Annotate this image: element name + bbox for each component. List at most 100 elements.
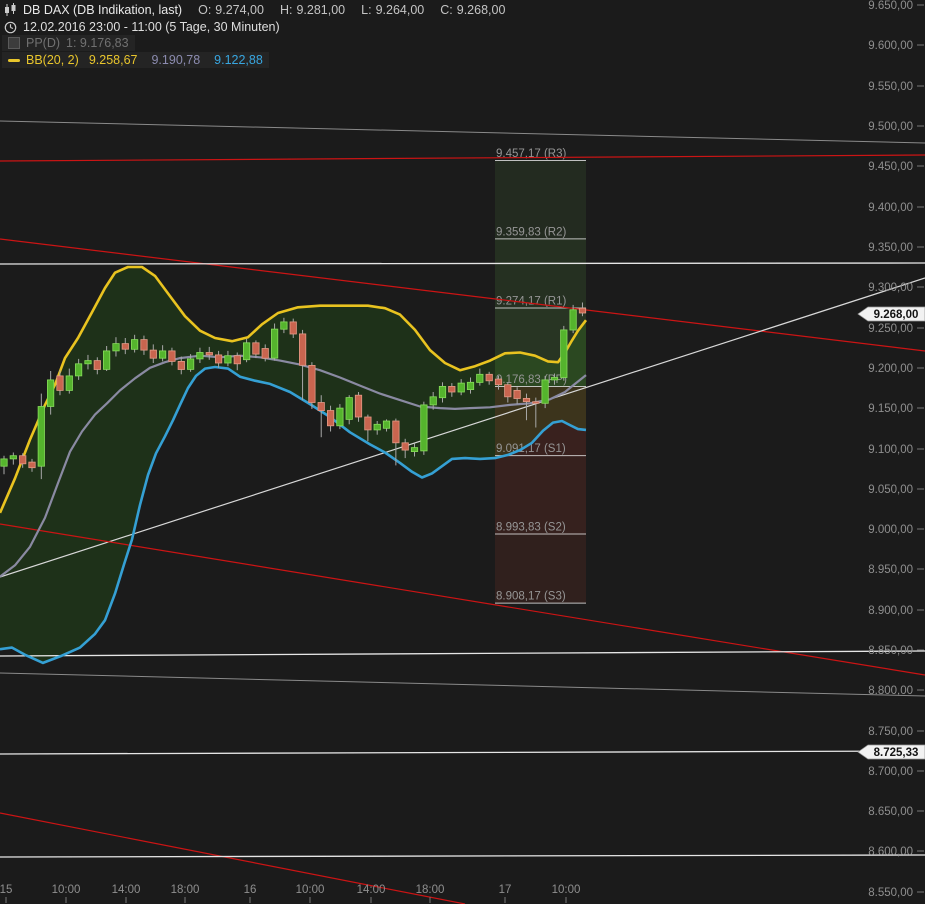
candle-down — [365, 417, 371, 430]
candle-up — [47, 380, 53, 407]
instrument-row[interactable]: DB DAX (DB Indikation, last) O:9.274,00 … — [4, 2, 515, 18]
period-text: 12.02.2016 23:00 - 11:00 (5 Tage, 30 Min… — [23, 20, 280, 34]
price-axis-label: 9.150,00 — [868, 403, 913, 415]
candle-down — [94, 361, 100, 370]
candle-down — [533, 402, 539, 404]
candle-down — [579, 308, 585, 313]
candle-up — [113, 344, 119, 351]
price-axis-label: 8.600,00 — [868, 846, 913, 858]
pp-indicator-name: PP(D) — [26, 36, 60, 50]
candle-down — [523, 398, 529, 401]
bb-indicator-name: BB(20, 2) — [26, 53, 79, 67]
candle-up — [430, 397, 436, 405]
close-label: C: — [440, 3, 453, 17]
candle-up — [374, 424, 380, 430]
time-axis-label: 10:00 — [296, 884, 325, 896]
candle-down — [495, 379, 501, 385]
period-row[interactable]: 12.02.2016 23:00 - 11:00 (5 Tage, 30 Min… — [4, 19, 280, 35]
price-axis-label: 9.050,00 — [868, 484, 913, 496]
price-axis-label: 9.500,00 — [868, 121, 913, 133]
candle-down — [514, 390, 520, 398]
high-value: 9.281,00 — [296, 3, 345, 17]
candle-down — [206, 353, 212, 355]
resistance-line-9325[interactable] — [0, 263, 925, 264]
candle-up — [66, 376, 72, 391]
candle-down — [57, 376, 63, 391]
price-axis-label: 9.600,00 — [868, 40, 913, 52]
candle-up — [38, 407, 44, 467]
candle-down — [309, 365, 315, 402]
high-label: H: — [280, 3, 293, 17]
price-axis-label: 9.650,00 — [868, 0, 913, 12]
time-axis-label: 14:00 — [112, 884, 141, 896]
price-chart-canvas[interactable]: 9.457,17 (R3)9.359,83 (R2)9.274,17 (R1)9… — [0, 0, 925, 904]
candle-up — [383, 421, 389, 428]
price-axis-label: 9.200,00 — [868, 363, 913, 375]
candle-up — [570, 310, 576, 330]
pp-indicator-value: 1: 9.176,83 — [66, 36, 129, 50]
candle-up — [131, 340, 137, 350]
price-axis-label: 8.950,00 — [868, 564, 913, 576]
price-axis-label: 9.250,00 — [868, 323, 913, 335]
candle-down — [402, 443, 408, 450]
candle-down — [234, 356, 240, 364]
pp-swatch-icon — [8, 37, 20, 49]
support-line-8595[interactable] — [0, 855, 925, 857]
alert-price-badge-text: 8.725,33 — [874, 747, 919, 759]
candle-down — [262, 349, 268, 359]
price-axis-label: 9.350,00 — [868, 242, 913, 254]
time-axis-label: 15 — [0, 884, 12, 896]
trendline-gray-lower[interactable] — [0, 673, 925, 696]
candle-down — [122, 344, 128, 350]
candle-up — [85, 361, 91, 364]
bb-upper-value: 9.258,67 — [89, 53, 138, 67]
candle-down — [29, 462, 35, 468]
pivot-label: 8.908,17 (S3) — [496, 591, 566, 603]
candle-up — [1, 459, 7, 466]
indicator-bb-row[interactable]: BB(20, 2) 9.258,67 9.190,78 9.122,88 — [2, 52, 269, 68]
price-axis-label: 9.100,00 — [868, 444, 913, 456]
price-axis-label: 8.900,00 — [868, 605, 913, 617]
price-axis-label: 8.550,00 — [868, 887, 913, 899]
bb-line-icon — [8, 58, 20, 63]
candle-up — [439, 386, 445, 397]
candle-up — [561, 330, 567, 378]
price-axis-label: 8.650,00 — [868, 806, 913, 818]
instrument-title: DB DAX (DB Indikation, last) — [23, 3, 182, 17]
price-axis-label: 9.450,00 — [868, 161, 913, 173]
candle-down — [141, 340, 147, 351]
last-price-badge-text: 9.268,00 — [874, 309, 919, 321]
candle-down — [253, 343, 259, 354]
candle-up — [103, 351, 109, 370]
trendline-gray-upper[interactable] — [0, 121, 925, 143]
clock-icon — [4, 21, 17, 34]
indicator-pp-row[interactable]: PP(D) 1: 9.176,83 — [2, 35, 135, 51]
time-axis-label: 18:00 — [416, 884, 445, 896]
candle-up — [551, 378, 557, 380]
candle-up — [281, 322, 287, 329]
price-axis-label: 8.800,00 — [868, 685, 913, 697]
candle-up — [243, 343, 249, 360]
candle-up — [467, 382, 473, 389]
candle-down — [299, 334, 305, 365]
support-line-8850[interactable] — [0, 651, 925, 656]
candle-up — [197, 353, 203, 359]
alert-line-872533[interactable] — [0, 751, 925, 754]
candle-up — [411, 448, 417, 452]
candle-up — [477, 374, 483, 382]
price-axis-label: 9.400,00 — [868, 202, 913, 214]
trendline-red-upper[interactable] — [0, 155, 925, 161]
price-axis-label: 8.750,00 — [868, 726, 913, 738]
open-value: 9.274,00 — [215, 3, 264, 17]
candle-down — [355, 395, 361, 417]
price-axis: 9.650,009.600,009.550,009.500,009.450,00… — [868, 0, 924, 899]
candle-up — [10, 456, 16, 459]
time-axis-label: 16 — [244, 884, 257, 896]
pivot-label: 9.359,83 (R2) — [496, 226, 566, 238]
candle-down — [449, 386, 455, 392]
time-axis-label: 18:00 — [171, 884, 200, 896]
time-axis-label: 17 — [499, 884, 512, 896]
candle-down — [327, 411, 333, 426]
candle-up — [337, 408, 343, 426]
time-axis: 1510:0014:0018:001610:0014:0018:001710:0… — [0, 884, 580, 903]
